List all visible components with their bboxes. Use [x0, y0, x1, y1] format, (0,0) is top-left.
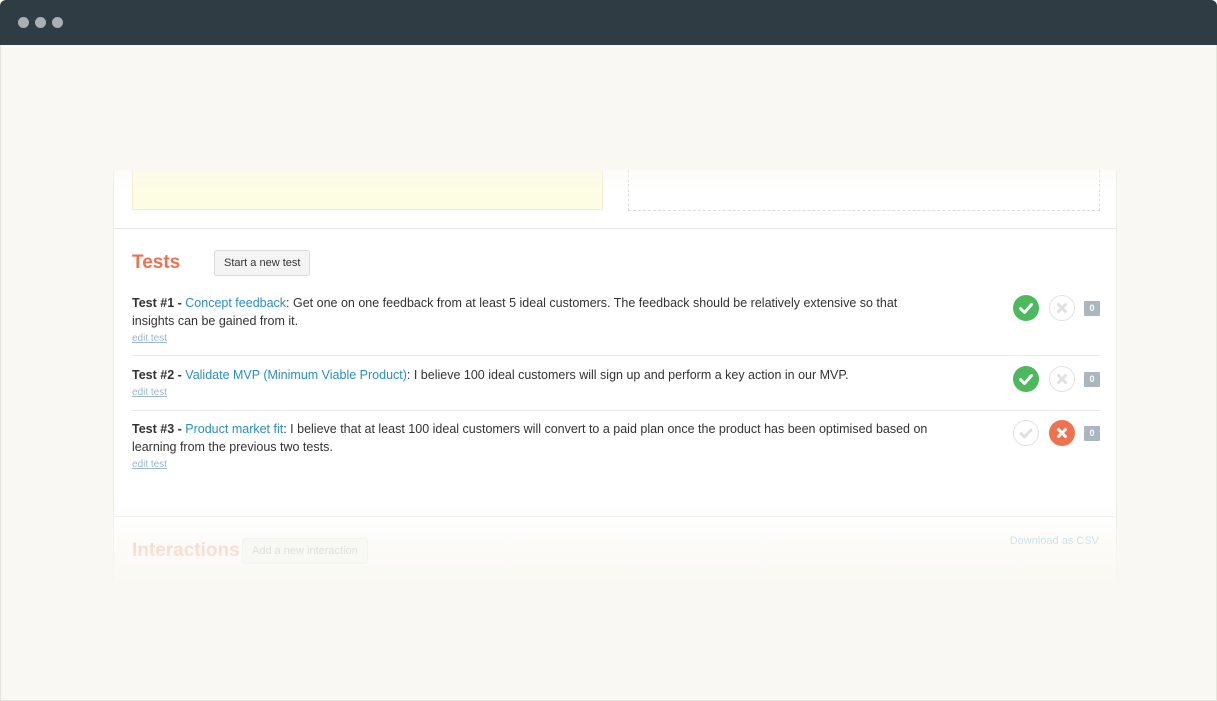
test-description: Test #2 - Validate MVP (Minimum Viable P…	[132, 366, 932, 384]
edit-test-link[interactable]: edit test	[132, 387, 167, 398]
pass-button[interactable]	[1013, 295, 1039, 321]
x-circle-icon	[1049, 420, 1075, 446]
interaction-count-badge: 0	[1084, 372, 1100, 387]
window-zoom-dot[interactable]	[52, 17, 63, 28]
x-circle-icon	[1049, 366, 1075, 392]
test-number: Test #3 -	[132, 422, 182, 436]
fail-button[interactable]	[1049, 420, 1075, 446]
test-description: Test #3 - Product market fit: I believe …	[132, 420, 932, 456]
window-close-dot[interactable]	[18, 17, 29, 28]
test-detail: : I believe 100 ideal customers will sig…	[406, 368, 849, 382]
row-divider	[132, 410, 1100, 411]
tests-heading: Tests	[132, 252, 181, 273]
fail-button[interactable]	[1049, 295, 1075, 321]
pass-button[interactable]	[1013, 420, 1039, 446]
add-new-interaction-button[interactable]: Add a new interaction	[242, 538, 368, 564]
x-circle-icon	[1049, 295, 1075, 321]
test-row: Test #2 - Validate MVP (Minimum Viable P…	[132, 366, 1100, 400]
row-divider	[132, 355, 1100, 356]
interaction-count-badge: 0	[1084, 301, 1100, 316]
edit-test-link[interactable]: edit test	[132, 333, 167, 344]
test-row: Test #3 - Product market fit: I believe …	[132, 420, 1100, 472]
section-divider	[114, 516, 1116, 517]
window-minimize-dot[interactable]	[35, 17, 46, 28]
test-title-link[interactable]: Validate MVP (Minimum Viable Product)	[185, 368, 407, 382]
fail-button[interactable]	[1049, 366, 1075, 392]
test-title-link[interactable]: Concept feedback	[185, 296, 286, 310]
interaction-count-badge: 0	[1084, 426, 1100, 441]
hypothesis-note-box[interactable]	[132, 170, 603, 210]
start-new-test-button[interactable]: Start a new test	[214, 250, 311, 276]
section-divider	[114, 228, 1116, 229]
empty-placeholder-box[interactable]	[628, 170, 1100, 211]
test-title-link[interactable]: Product market fit	[185, 422, 283, 436]
pass-button[interactable]	[1013, 366, 1039, 392]
interactions-heading: Interactions	[132, 540, 240, 561]
download-csv-link[interactable]: Download as CSV	[1010, 535, 1099, 547]
edit-test-link[interactable]: edit test	[132, 459, 167, 470]
main-card: Tests Start a new test Test #1 - Concept…	[113, 170, 1117, 580]
check-circle-icon	[1013, 295, 1039, 321]
window-titlebar	[0, 0, 1217, 45]
test-description: Test #1 - Concept feedback: Get one on o…	[132, 294, 932, 330]
test-number: Test #1 -	[132, 296, 182, 310]
test-number: Test #2 -	[132, 368, 182, 382]
check-circle-icon	[1013, 420, 1039, 446]
test-row: Test #1 - Concept feedback: Get one on o…	[132, 294, 1100, 344]
check-circle-icon	[1013, 366, 1039, 392]
